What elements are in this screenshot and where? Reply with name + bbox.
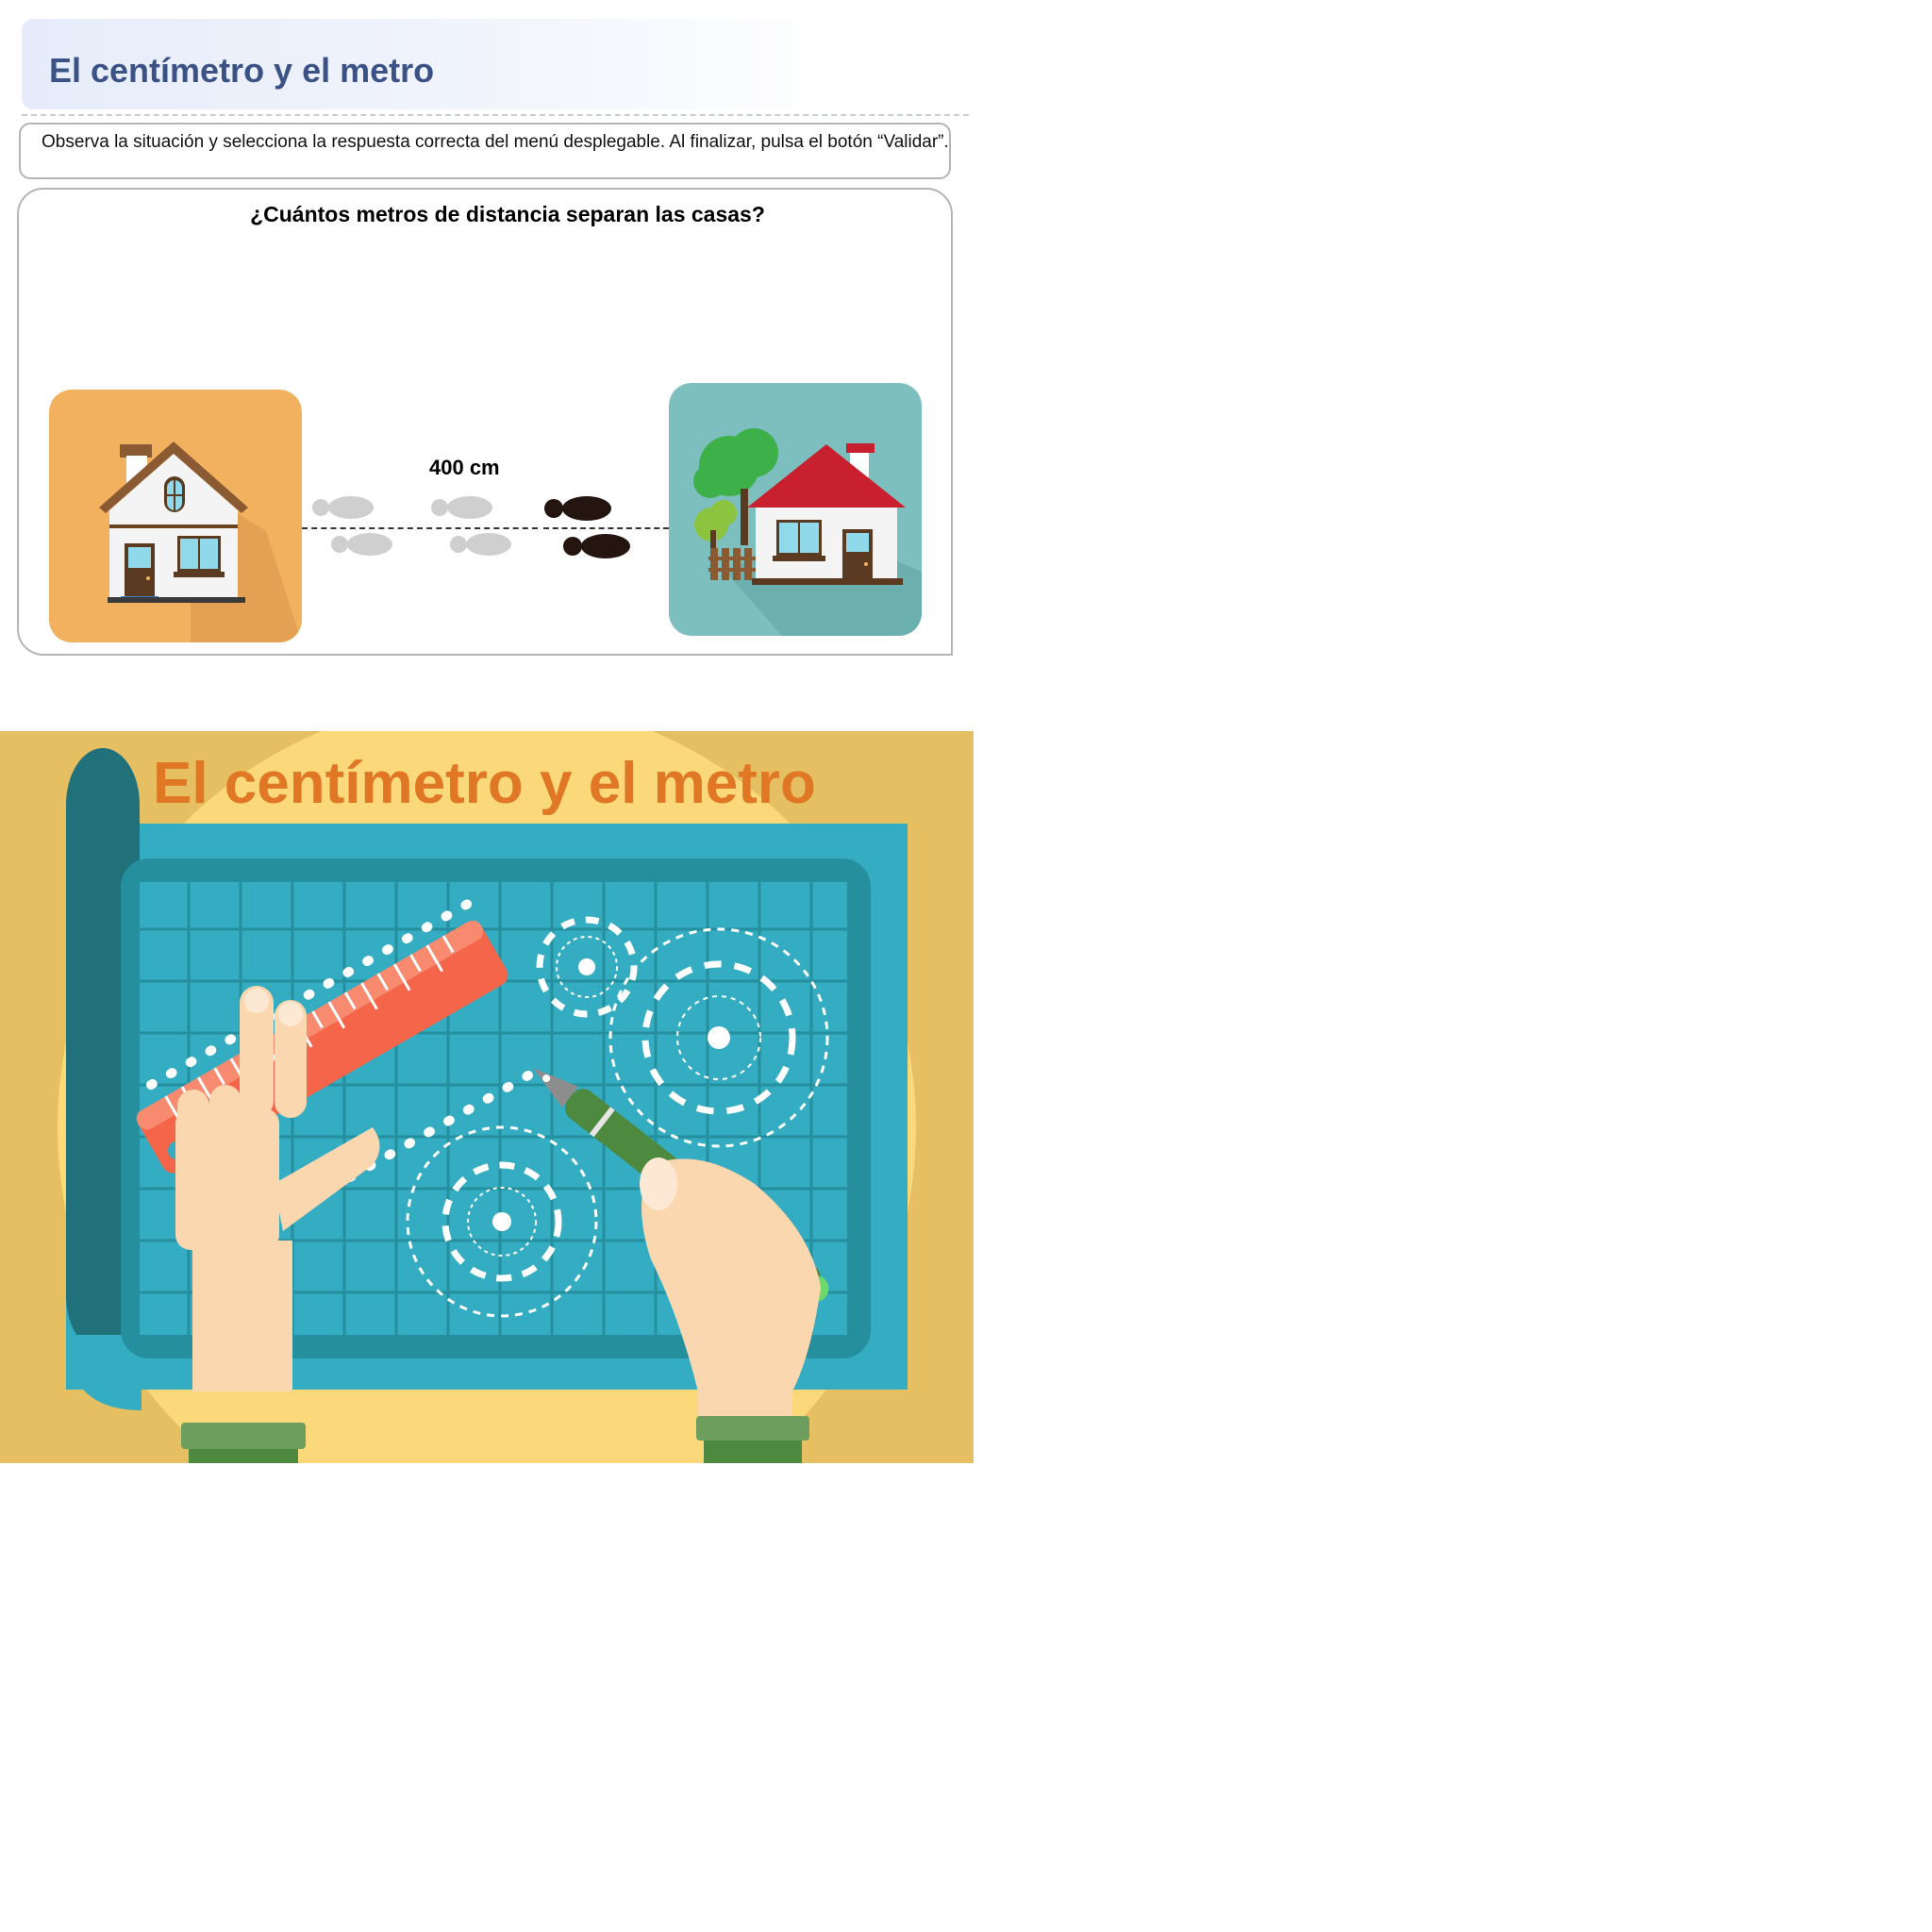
house-icon	[99, 441, 302, 642]
header-divider	[22, 114, 969, 116]
question-text: ¿Cuántos metros de distancia separan las…	[250, 202, 765, 226]
house-icon	[693, 428, 922, 636]
left-house-card	[49, 390, 302, 642]
distance-label: 400 cm	[429, 456, 500, 479]
instructions-text: Observa la situación y selecciona la res…	[42, 132, 949, 152]
right-house-card	[669, 383, 922, 636]
page-title: El centímetro y el metro	[49, 51, 435, 90]
cover-title: El centímetro y el metro	[153, 751, 816, 816]
instructions-box: Observa la situación y selecciona la res…	[19, 123, 951, 179]
cover-illustration: El centímetro y el metro	[0, 731, 974, 1463]
blueprint-illustration	[0, 731, 974, 1463]
page-header: El centímetro y el metro	[22, 19, 842, 109]
footprints-icon	[312, 496, 630, 558]
